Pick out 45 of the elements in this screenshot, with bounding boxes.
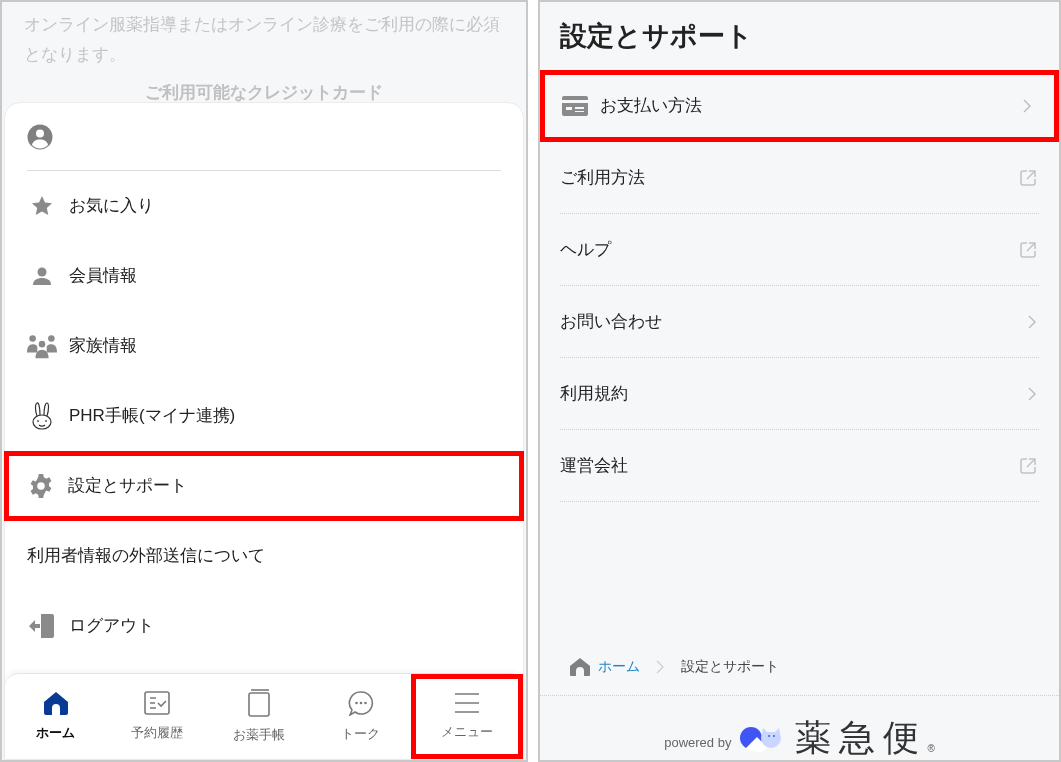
breadcrumb-current: 設定とサポート xyxy=(681,657,779,676)
page-title: 設定とサポート xyxy=(559,20,754,53)
registered-mark: ® xyxy=(927,742,935,756)
external-link-icon xyxy=(1019,168,1037,187)
menu-item[interactable]: ログアウト xyxy=(5,591,523,661)
menu-icon xyxy=(454,691,481,714)
tab[interactable]: 予約履歴 xyxy=(106,674,209,759)
chevron-right-icon xyxy=(1028,314,1037,329)
breadcrumb-link[interactable]: ホーム xyxy=(598,656,640,677)
chevron-right-icon xyxy=(1028,386,1037,401)
menu-item[interactable]: 家族情報 xyxy=(5,311,523,381)
notebook-icon xyxy=(248,688,270,717)
section-heading: ご利用可能なクレジットカード xyxy=(144,84,384,102)
family-icon xyxy=(27,333,57,359)
avatar-icon[interactable] xyxy=(27,123,53,150)
tab[interactable]: お薬手帳 xyxy=(208,674,310,759)
tab[interactable]: ホーム xyxy=(5,674,107,759)
settings-icon xyxy=(28,473,54,499)
settings-item[interactable]: お問い合わせ xyxy=(560,286,1039,358)
rabbit-icon xyxy=(30,401,54,431)
menu-item[interactable]: 利用者情報の外部送信について xyxy=(5,521,523,591)
home-icon xyxy=(42,690,69,715)
menu-item[interactable]: 会員情報 xyxy=(5,241,523,311)
settings-item[interactable]: 運営会社 xyxy=(560,430,1039,502)
star-icon xyxy=(30,194,54,218)
settings-item[interactable]: お支払い方法 xyxy=(540,70,1059,142)
external-link-icon xyxy=(1019,456,1037,475)
logo-text: 薬急便 xyxy=(795,720,928,756)
external-link-icon xyxy=(1019,240,1037,259)
home-icon xyxy=(570,657,590,676)
tab[interactable]: トーク xyxy=(309,674,412,759)
settings-item[interactable]: ご利用方法 xyxy=(560,142,1039,214)
settings-item[interactable]: 利用規約 xyxy=(560,358,1039,430)
menu-item[interactable]: 設定とサポート xyxy=(4,451,524,521)
chat-icon xyxy=(347,689,374,716)
logout-icon xyxy=(28,613,56,639)
checklist-icon xyxy=(144,690,171,715)
card-icon xyxy=(562,96,588,116)
menu-item[interactable]: PHR手帳(マイナ連携) xyxy=(5,381,523,451)
settings-item[interactable]: ヘルプ xyxy=(560,214,1039,286)
powered-by-text: powered by xyxy=(664,733,732,752)
chevron-right-icon xyxy=(1023,99,1032,113)
tab[interactable]: メニュー xyxy=(411,674,523,759)
menu-item[interactable]: お気に入り xyxy=(5,171,523,241)
chevron-right-icon xyxy=(656,659,665,674)
